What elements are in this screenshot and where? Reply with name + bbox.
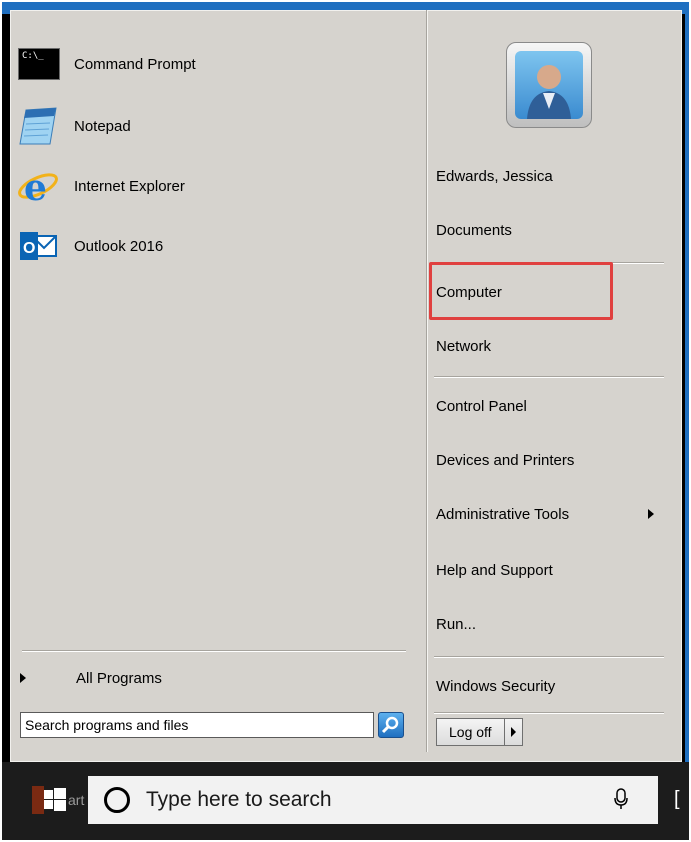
item-label: Administrative Tools bbox=[436, 505, 570, 523]
magnifier-icon bbox=[381, 716, 399, 734]
internet-explorer-icon: e bbox=[16, 164, 60, 209]
shutdown-options-button[interactable] bbox=[504, 718, 523, 746]
all-programs-button[interactable]: All Programs bbox=[20, 664, 162, 692]
program-notepad[interactable]: Notepad bbox=[16, 100, 131, 152]
all-programs-label: All Programs bbox=[76, 669, 162, 687]
program-internet-explorer[interactable]: e Internet Explorer bbox=[16, 160, 185, 212]
program-label: Outlook 2016 bbox=[74, 237, 164, 255]
program-label: Internet Explorer bbox=[74, 177, 185, 195]
item-label: Devices and Printers bbox=[436, 451, 575, 469]
taskbar: art Type here to search [ bbox=[2, 762, 689, 840]
item-label: Help and Support bbox=[436, 561, 553, 579]
item-label: Edwards, Jessica bbox=[436, 167, 553, 185]
task-view-icon[interactable]: [ bbox=[674, 788, 680, 811]
administrative-tools-link[interactable]: Administrative Tools bbox=[436, 496, 666, 532]
chevron-right-icon bbox=[510, 727, 516, 737]
search-input[interactable] bbox=[20, 712, 374, 738]
submenu-arrow-icon bbox=[648, 509, 654, 519]
desktop-edge bbox=[685, 2, 689, 762]
documents-link[interactable]: Documents bbox=[436, 212, 666, 248]
user-name-link[interactable]: Edwards, Jessica bbox=[436, 158, 666, 194]
search-button[interactable] bbox=[378, 712, 404, 738]
user-avatar[interactable] bbox=[506, 42, 592, 128]
computer-highlight-box bbox=[429, 262, 613, 320]
outlook-icon: O bbox=[16, 224, 60, 268]
notepad-icon bbox=[16, 104, 60, 148]
right-separator bbox=[434, 712, 664, 714]
windows-security-link[interactable]: Windows Security bbox=[436, 668, 666, 704]
log-off-label: Log off bbox=[449, 724, 492, 740]
program-command-prompt[interactable]: C:\_ Command Prompt bbox=[16, 38, 196, 90]
taskbar-search-text: Type here to search bbox=[146, 788, 332, 811]
item-label: Run... bbox=[436, 615, 477, 633]
help-and-support-link[interactable]: Help and Support bbox=[436, 552, 666, 588]
logoff-group: Log off bbox=[436, 718, 523, 748]
svg-text:e: e bbox=[24, 167, 47, 208]
start-button-text: art bbox=[68, 792, 85, 808]
command-prompt-icon: C:\_ bbox=[16, 42, 60, 86]
item-label: Control Panel bbox=[436, 397, 527, 415]
right-separator bbox=[434, 656, 664, 658]
item-label: Documents bbox=[436, 221, 512, 239]
expand-arrow-icon bbox=[20, 673, 26, 683]
cortana-circle-icon bbox=[104, 787, 130, 813]
microphone-icon[interactable] bbox=[614, 788, 628, 810]
program-label: Command Prompt bbox=[74, 55, 196, 73]
item-label: Network bbox=[436, 337, 492, 355]
start-search-box bbox=[20, 712, 406, 742]
program-label: Notepad bbox=[74, 117, 131, 135]
right-separator bbox=[434, 376, 664, 378]
programs-separator bbox=[22, 650, 406, 652]
start-button[interactable]: art bbox=[32, 780, 88, 820]
svg-text:O: O bbox=[23, 240, 35, 257]
item-label: Windows Security bbox=[436, 677, 556, 695]
log-off-button[interactable]: Log off bbox=[436, 718, 505, 746]
devices-and-printers-link[interactable]: Devices and Printers bbox=[436, 442, 666, 478]
taskbar-search-box[interactable]: Type here to search bbox=[88, 776, 658, 824]
network-link[interactable]: Network bbox=[436, 328, 666, 364]
user-picture bbox=[515, 51, 583, 119]
pane-divider bbox=[426, 10, 428, 752]
control-panel-link[interactable]: Control Panel bbox=[436, 388, 666, 424]
program-outlook[interactable]: O Outlook 2016 bbox=[16, 220, 163, 272]
run-link[interactable]: Run... bbox=[436, 606, 666, 642]
